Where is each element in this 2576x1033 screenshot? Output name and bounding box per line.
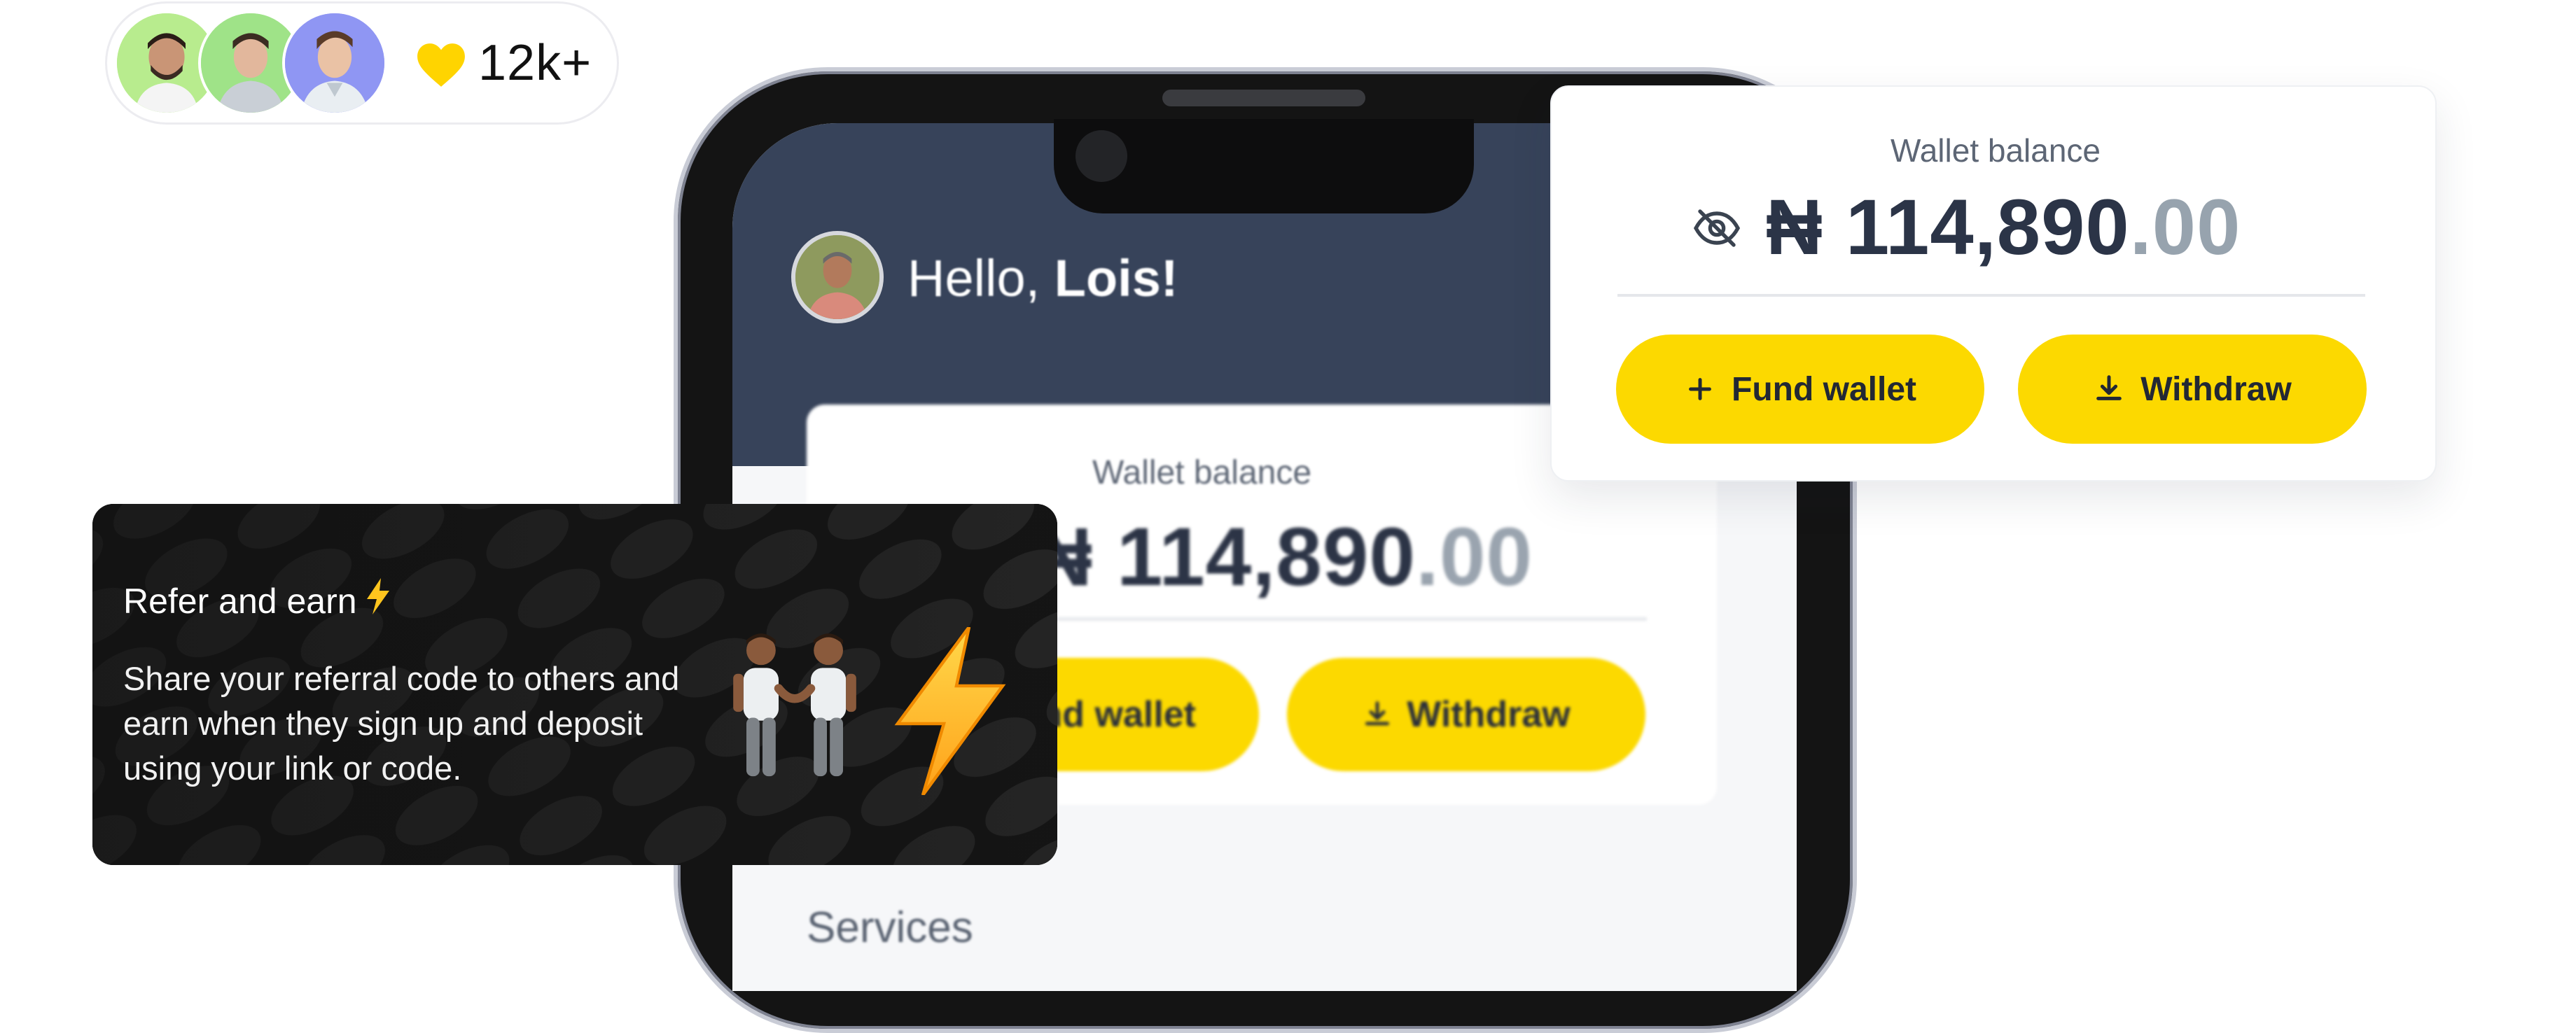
wallet-balance-main: ₦ 114,890 (1766, 183, 2130, 271)
download-icon (1365, 701, 1390, 726)
phone-wallet-label: Wallet balance (1092, 454, 1312, 491)
services-heading: Services (807, 904, 973, 952)
fund-wallet-label: Fund wallet (1732, 370, 1916, 408)
social-proof-pill: 12k+ (105, 1, 619, 125)
withdraw-button[interactable]: Withdraw (2018, 335, 2367, 444)
phone-balance-decimal: .00 (1416, 511, 1533, 603)
phone-wallet-balance: ₦ 114,890.00 (1033, 510, 1533, 605)
avatar-face-icon (795, 235, 879, 319)
phone-divider (1043, 617, 1647, 621)
plus-icon (1689, 378, 1711, 400)
camera-icon (1075, 130, 1127, 182)
avatar-face-icon (285, 13, 384, 113)
greeting-name: Lois! (1054, 249, 1178, 307)
download-icon (2096, 375, 2122, 400)
wallet-divider (1617, 294, 2365, 297)
user-count: 12k+ (478, 35, 592, 91)
phone-withdraw-button[interactable]: Withdraw (1287, 658, 1645, 771)
heart-icon (417, 43, 465, 87)
lightning-bolt-icon (894, 627, 1006, 795)
phone-withdraw-label: Withdraw (1407, 694, 1571, 735)
people-holding-hands-icon (733, 633, 856, 777)
lightning-icon (367, 578, 389, 614)
wallet-balance-decimal: .00 (2129, 183, 2241, 271)
speaker-grille (1162, 90, 1365, 106)
withdraw-label: Withdraw (2140, 370, 2292, 408)
eye-off-icon[interactable] (1692, 203, 1742, 253)
wallet-balance-label: Wallet balance (1891, 132, 2101, 169)
greeting-text: Hello, Lois! (907, 248, 1178, 308)
refer-title: Refer and earn (123, 582, 357, 621)
phone-balance-main: ₦ 114,890 (1033, 511, 1416, 603)
user-avatar (282, 10, 387, 115)
wallet-balance-amount: ₦ 114,890.00 (1766, 182, 2241, 272)
fund-wallet-button[interactable]: Fund wallet (1616, 335, 1984, 444)
refer-description: Share your referral code to others and e… (123, 660, 680, 787)
profile-avatar[interactable] (791, 231, 884, 323)
greeting-prefix: Hello, (907, 249, 1054, 307)
